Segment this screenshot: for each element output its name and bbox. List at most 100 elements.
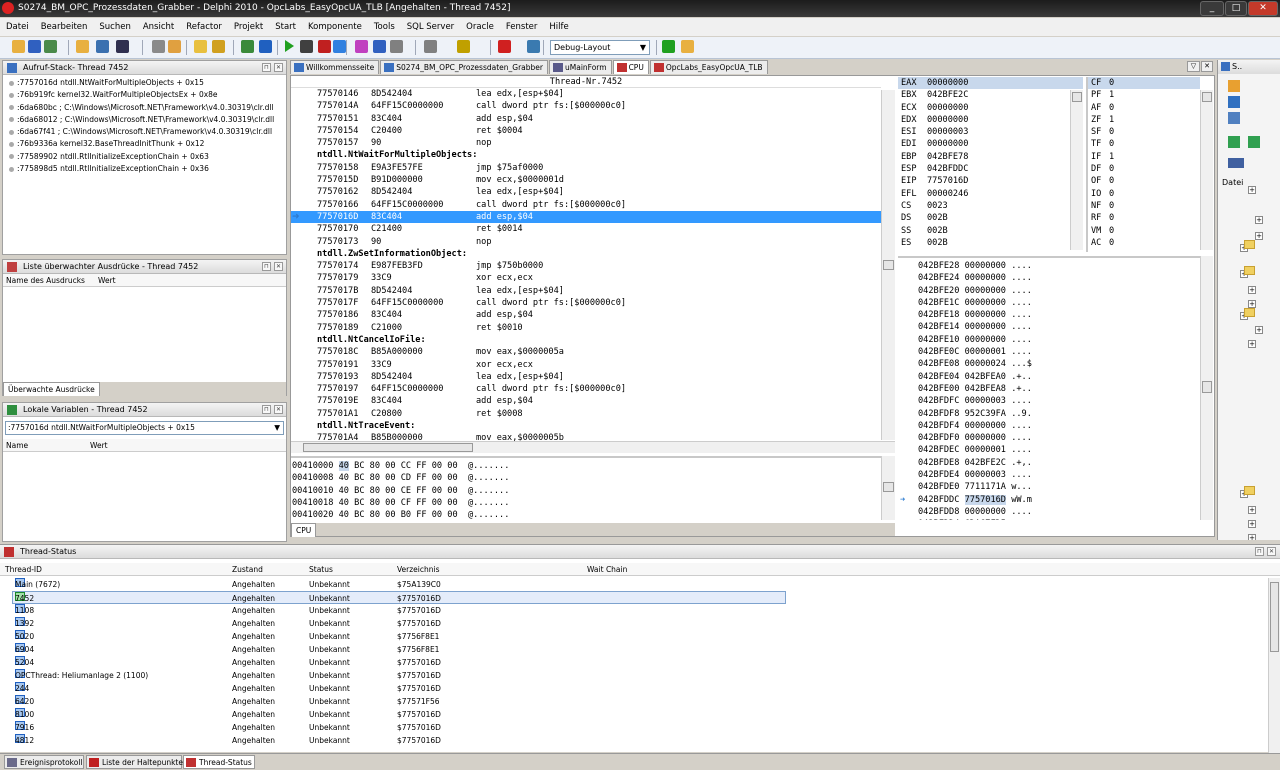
layout-save-icon[interactable] xyxy=(662,40,675,53)
maximize-button[interactable]: □ xyxy=(1225,1,1247,16)
back-icon[interactable] xyxy=(424,40,437,53)
disasm-line[interactable]: 77570174 E987FEB3FD jmp $750b0000 xyxy=(291,260,881,272)
disasm-line[interactable]: 77570186 83C404 add esp,$04 xyxy=(291,309,881,321)
tab-umainform[interactable]: uMainForm xyxy=(549,60,612,74)
register-ebp[interactable]: EBP 042BFE78 xyxy=(898,151,1083,163)
current-instruction-line[interactable]: 7757016D 83C404 add esp,$04 ➜ xyxy=(291,210,881,224)
folder-icon[interactable] xyxy=(1244,240,1255,249)
menu-refactor[interactable]: Refactor xyxy=(180,18,228,36)
callstack-item[interactable]: :7757016d ntdll.NtWaitForMultipleObjects… xyxy=(3,77,286,89)
register-ebx[interactable]: EBX 042BFE2C xyxy=(898,89,1083,101)
flag-sf[interactable]: SF 0 xyxy=(1088,126,1200,138)
flag-zf[interactable]: ZF 1 xyxy=(1088,114,1200,126)
stack-row[interactable]: 042BFDEC 00000001 .... xyxy=(898,444,1200,456)
register-esi[interactable]: ESI 00000003 xyxy=(898,126,1083,138)
copy-icon[interactable] xyxy=(152,40,165,53)
flag-vm[interactable]: VM 0 xyxy=(1088,225,1200,237)
bottom-tab-liste-der-haltepunkte[interactable]: Liste der Haltepunkte xyxy=(86,755,183,769)
menu-sql-server[interactable]: SQL Server xyxy=(401,18,460,36)
close-icon[interactable]: ✕ xyxy=(274,63,283,72)
disasm-line[interactable]: 77570166 64FF15C0000000 call dword ptr fs:… xyxy=(291,199,881,211)
register-ecx[interactable]: ECX 00000000 xyxy=(898,102,1083,114)
save-all-icon[interactable] xyxy=(116,40,129,53)
stop-icon[interactable] xyxy=(333,40,346,53)
delphi-app-icon[interactable] xyxy=(2,2,14,14)
run-icon[interactable] xyxy=(285,40,294,52)
bottom-tab-ereignisprotokoll[interactable]: Ereignisprotokoll xyxy=(4,755,84,769)
flags-pane[interactable]: CF 0 PF 1 AF 0 ZF 1 SF 0 TF 0 IF 1 DF 0 OF 0 IO 0 NF 0 RF 0 VM 0 A… xyxy=(1086,77,1200,252)
bottom-tab-thread-status[interactable]: Thread-Status xyxy=(183,755,255,769)
pin-icon[interactable]: ⊓ xyxy=(1255,547,1264,556)
register-edi[interactable]: EDI 00000000 xyxy=(898,138,1083,150)
thread-row[interactable]: 5204 Angehalten Unbekannt $7757016D xyxy=(0,656,1268,669)
disasm-line[interactable]: 77570151 83C404 add esp,$04 xyxy=(291,113,881,125)
sort-icon[interactable] xyxy=(1228,158,1244,168)
register-ss[interactable]: SS 002B xyxy=(898,225,1083,237)
col-thread-id[interactable]: Thread-ID xyxy=(5,563,42,576)
stack-row[interactable]: 042BFDD4 6DA67FD5 m.~ xyxy=(898,518,1200,520)
memory-row[interactable]: 00410018 40 BC 80 00 CF FF 00 00 @......… xyxy=(292,497,881,509)
registers-scrollbar[interactable] xyxy=(1070,90,1083,250)
disassembly-hscrollbar[interactable] xyxy=(291,441,895,453)
disasm-line[interactable]: 7757017F 64FF15C0000000 call dword ptr fs:… xyxy=(291,297,881,309)
flag-nf[interactable]: NF 0 xyxy=(1088,200,1200,212)
thread-row[interactable]: 1108 Angehalten Unbekannt $7757016D xyxy=(0,604,1268,617)
stack-row[interactable]: 042BFDFC 00000003 .... xyxy=(898,395,1200,407)
disasm-line[interactable]: 77570170 C21400 ret $0014 xyxy=(291,223,881,235)
tab-cpu[interactable]: CPU xyxy=(291,523,317,537)
folder-icon[interactable] xyxy=(1244,486,1255,495)
disasm-line[interactable]: 77570193 8D542404 lea edx,[esp+$04] xyxy=(291,371,881,383)
register-esp[interactable]: ESP 042BFDDC xyxy=(898,163,1083,175)
stack-row[interactable]: 042BFE1C 00000000 .... xyxy=(898,297,1200,309)
col-wait-chain[interactable]: Wait Chain xyxy=(587,563,627,576)
memory-row[interactable]: 00410000 40 BC 80 00 CC FF 00 00 @......… xyxy=(292,460,881,472)
disasm-line[interactable]: 7757019E 83C404 add esp,$04 xyxy=(291,395,881,407)
layout-apply-icon[interactable] xyxy=(681,40,694,53)
callstack-item[interactable]: :77589902 ntdll.RtlInitializeExceptionCh… xyxy=(3,151,286,163)
disasm-line[interactable]: 77570157 90 nop xyxy=(291,137,881,149)
stop-record-icon[interactable] xyxy=(527,40,540,53)
tab-opclabs-easyopcua-tlb[interactable]: OpcLabs_EasyOpcUA_TLB xyxy=(649,60,768,74)
stack-row[interactable]: 042BFE0C 00000001 .... xyxy=(898,346,1200,358)
new-file-icon[interactable] xyxy=(12,40,25,53)
help-icon[interactable] xyxy=(498,40,511,53)
open-project-icon[interactable] xyxy=(28,40,41,53)
col-zustand[interactable]: Zustand xyxy=(232,563,263,576)
scrollbar-thumb[interactable] xyxy=(1270,582,1279,652)
folder-icon[interactable] xyxy=(194,40,207,53)
col-wert[interactable]: Wert xyxy=(90,439,108,452)
flag-df[interactable]: DF 0 xyxy=(1088,163,1200,175)
disasm-line[interactable]: 77570189 C21000 ret $0010 xyxy=(291,322,881,334)
col-name[interactable]: Name xyxy=(6,439,28,452)
thread-row[interactable]: OPCThread: Heliumanlage 2 (1100) Angehalt… xyxy=(0,669,1268,682)
project-icon[interactable] xyxy=(212,40,225,53)
thread-row[interactable]: 7916 Angehalten Unbekannt $7757016D xyxy=(0,721,1268,734)
disasm-line[interactable]: 77570197 64FF15C0000000 call dword ptr fs:… xyxy=(291,383,881,395)
disasm-line[interactable]: 77570158 E9A3FE57FE jmp $75af0000 xyxy=(291,162,881,174)
flags-scrollbar[interactable] xyxy=(1200,90,1213,250)
menu-datei[interactable]: Datei xyxy=(0,18,35,36)
step-over-icon[interactable] xyxy=(373,40,386,53)
disasm-line[interactable]: 77570146 8D542404 lea edx,[esp+$04] xyxy=(291,88,881,100)
menu-start[interactable]: Start xyxy=(269,18,302,36)
stack-row[interactable]: ➜ 042BFDDC 7757016D wW.m xyxy=(898,494,1200,506)
stack-row[interactable]: 042BFE24 00000000 .... xyxy=(898,272,1200,284)
register-cs[interactable]: CS 0023 xyxy=(898,200,1083,212)
flag-tf[interactable]: TF 0 xyxy=(1088,138,1200,150)
disasm-line[interactable]: 77570179 33C9 xor ecx,ecx xyxy=(291,272,881,284)
memory-scrollbar[interactable] xyxy=(881,456,895,520)
col-status[interactable]: Status xyxy=(309,563,333,576)
menu-fenster[interactable]: Fenster xyxy=(500,18,544,36)
memory-row[interactable]: 00410020 40 BC 80 00 B0 FF 00 00 @......… xyxy=(292,509,881,520)
flag-rf[interactable]: RF 0 xyxy=(1088,212,1200,224)
register-ds[interactable]: DS 002B xyxy=(898,212,1083,224)
tree-expander-icon[interactable]: + xyxy=(1255,232,1263,240)
menu-tools[interactable]: Tools xyxy=(368,18,401,36)
flag-af[interactable]: AF 0 xyxy=(1088,102,1200,114)
menu-komponente[interactable]: Komponente xyxy=(302,18,368,36)
callstack-item[interactable]: :775898d5 ntdll.RtlInitializeExceptionCh… xyxy=(3,163,286,175)
callstack-item[interactable]: :76b9336a kernel32.BaseThreadInitThunk +… xyxy=(3,138,286,150)
tree-expander-icon[interactable]: + xyxy=(1248,186,1256,194)
folder-icon[interactable] xyxy=(1244,266,1255,275)
stack-row[interactable]: 042BFE28 00000000 .... xyxy=(898,260,1200,272)
